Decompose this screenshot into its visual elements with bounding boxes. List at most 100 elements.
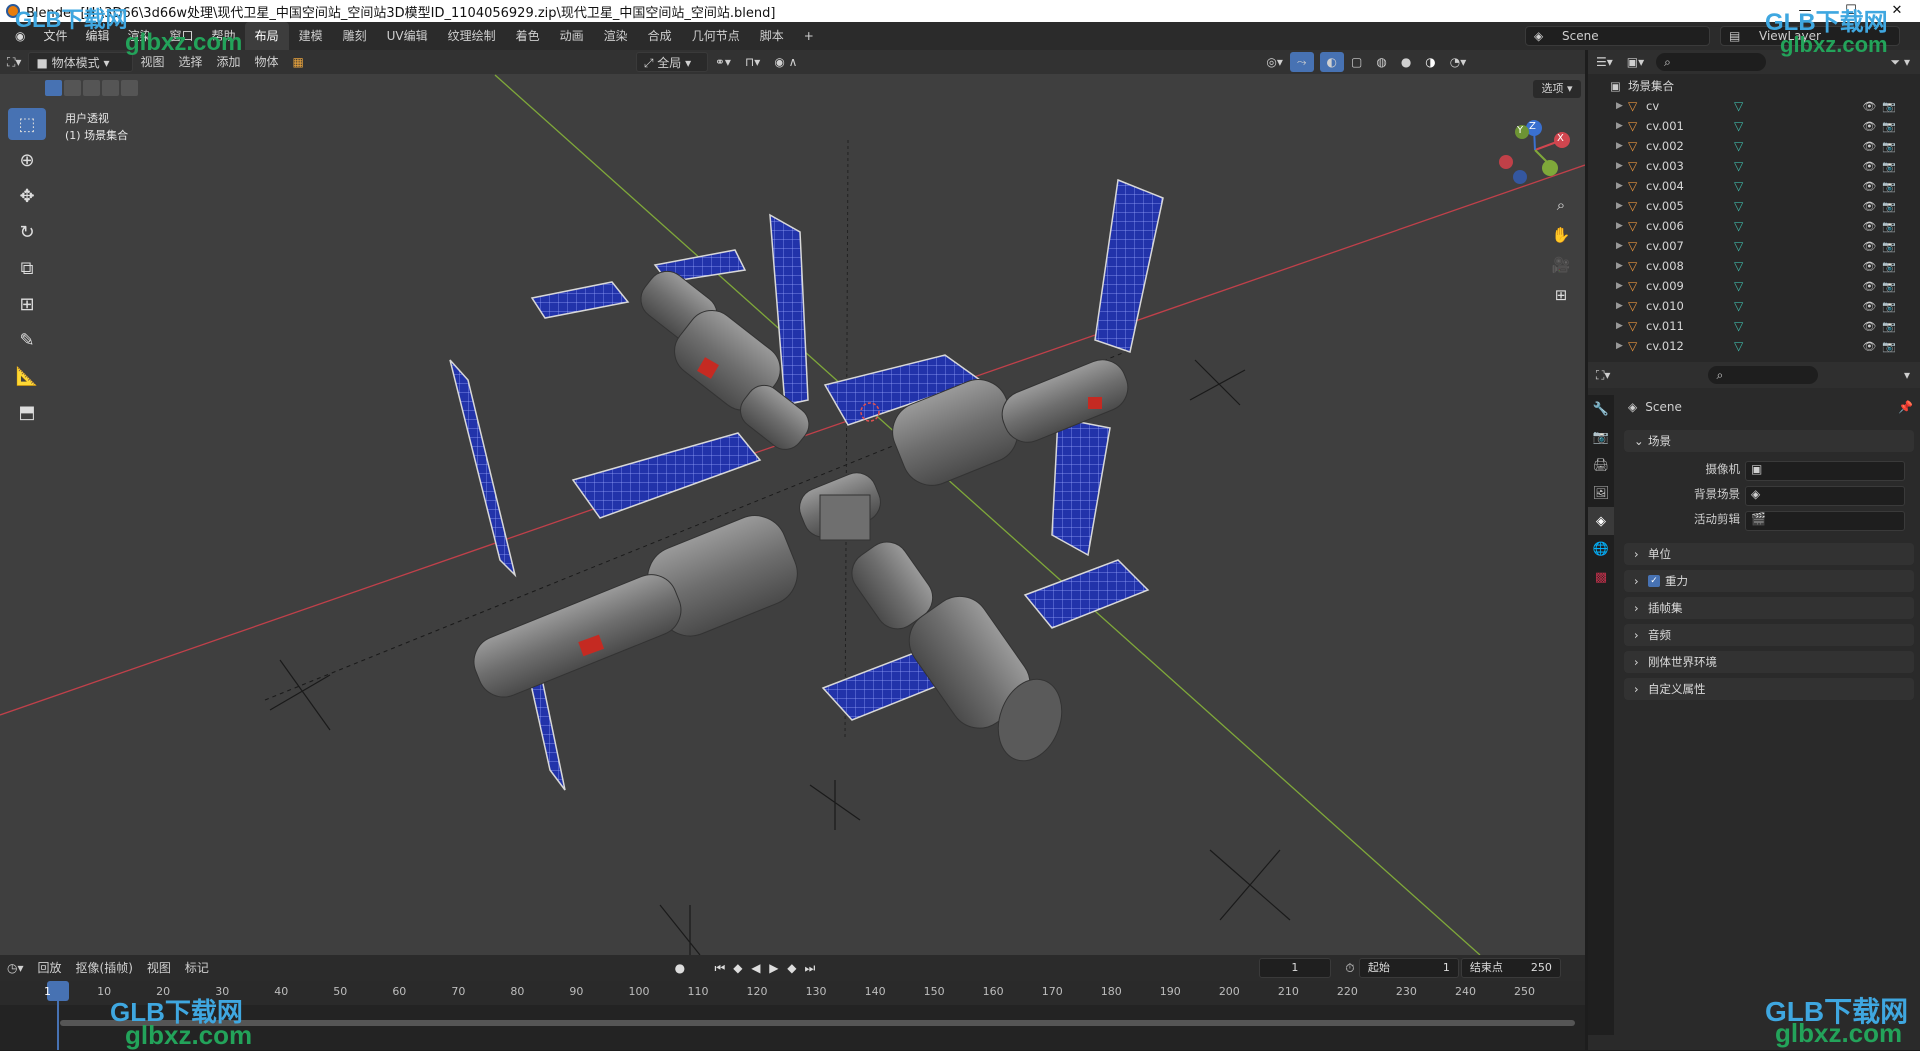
tab-uv-editing[interactable]: UV编辑 (377, 22, 438, 50)
start-frame-field[interactable]: 起始 1 (1358, 958, 1459, 978)
outliner-row[interactable]: ▶ ▽ cv.006 ▽ 👁📷 (1606, 216, 1916, 236)
outliner-row[interactable]: ▶ ▽ cv.003 ▽ 👁📷 (1606, 156, 1916, 176)
next-keyframe-icon[interactable]: ◆ (783, 961, 801, 975)
select-subtract-icon[interactable] (83, 80, 100, 96)
measure-tool-icon[interactable]: 📐 (8, 360, 46, 392)
outliner-row[interactable]: ▶ ▽ cv.010 ▽ 👁📷 (1606, 296, 1916, 316)
pivot-icon[interactable]: ⚭▾ (708, 52, 738, 72)
menu-object[interactable]: 物体 (247, 52, 285, 72)
expand-arrow-icon[interactable]: ▶ (1616, 241, 1628, 251)
tab-scripting[interactable]: 脚本 (750, 22, 794, 50)
visibility-eye-icon[interactable]: 👁📷 (1862, 320, 1902, 333)
tab-texture-paint[interactable]: 纹理绘制 (438, 22, 506, 50)
outliner-row[interactable]: ▶ ▽ cv.007 ▽ 👁📷 (1606, 236, 1916, 256)
options-button[interactable]: 选项 ▾ (1533, 80, 1581, 98)
overlay-toggle-icon[interactable]: ◐ (1319, 52, 1344, 72)
outliner-root-row[interactable]: ▣ 场景集合 (1606, 76, 1916, 96)
pin-icon[interactable]: 📌 (1898, 400, 1913, 414)
timeline-scrollbar[interactable] (60, 1020, 1575, 1026)
expand-arrow-icon[interactable]: ▶ (1616, 201, 1628, 211)
gizmo-x-label[interactable]: X (1557, 133, 1564, 144)
jump-end-icon[interactable]: ⏭ (801, 961, 819, 976)
expand-arrow-icon[interactable]: ▶ (1616, 281, 1628, 291)
transform-tool-icon[interactable]: ⊞ (8, 288, 46, 320)
expand-arrow-icon[interactable]: ▶ (1616, 181, 1628, 191)
gizmo-y-label[interactable]: Y (1517, 125, 1523, 136)
visibility-icon[interactable]: ◎▾ (1259, 52, 1290, 72)
select-invert-icon[interactable] (102, 80, 119, 96)
outliner-row[interactable]: ▶ ▽ cv.004 ▽ 👁📷 (1606, 176, 1916, 196)
prev-keyframe-icon[interactable]: ◆ (729, 961, 747, 975)
section-rigid-body-world[interactable]: › 刚体世界环境 (1624, 651, 1914, 673)
visibility-eye-icon[interactable]: 👁📷 (1862, 220, 1902, 233)
outliner-editor-icon[interactable]: ☰▾ (1588, 55, 1621, 69)
camera-view-icon[interactable]: 🎥 (1548, 252, 1574, 278)
add-workspace-button[interactable]: + (794, 22, 824, 50)
visibility-eye-icon[interactable]: 👁📷 (1862, 340, 1902, 353)
expand-arrow-icon[interactable]: ▶ (1616, 341, 1628, 351)
menu-marker[interactable]: 标记 (178, 958, 216, 978)
visibility-eye-icon[interactable]: 👁📷 (1862, 160, 1902, 173)
outliner-row[interactable]: ▶ ▽ cv.005 ▽ 👁📷 (1606, 196, 1916, 216)
select-extend-icon[interactable] (64, 80, 81, 96)
current-frame-field[interactable]: 1 (1258, 958, 1331, 978)
scene-tab-icon[interactable]: ◈ (1588, 507, 1614, 535)
snap-icon[interactable]: ⊓▾ (738, 52, 767, 72)
visibility-eye-icon[interactable]: 👁📷 (1862, 140, 1902, 153)
expand-arrow-icon[interactable]: ▶ (1616, 161, 1628, 171)
view-layer-tab-icon[interactable]: 🖼 (1588, 479, 1614, 507)
scale-tool-icon[interactable]: ⧉ (8, 252, 46, 284)
visibility-eye-icon[interactable]: 👁📷 (1862, 300, 1902, 313)
outliner-row[interactable]: ▶ ▽ cv.009 ▽ 👁📷 (1606, 276, 1916, 296)
proportional-edit-icon[interactable]: ◉ ∧ (767, 52, 804, 72)
visibility-eye-icon[interactable]: 👁📷 (1862, 200, 1902, 213)
gizmo-toggle-icon[interactable]: ⤳ (1289, 52, 1314, 72)
output-tab-icon[interactable]: 🖨 (1588, 451, 1614, 479)
expand-arrow-icon[interactable]: ▶ (1616, 141, 1628, 151)
expand-arrow-icon[interactable]: ▶ (1616, 121, 1628, 131)
menu-playback[interactable]: 回放 (31, 958, 69, 978)
section-audio[interactable]: › 音频 (1624, 624, 1914, 646)
expand-arrow-icon[interactable]: ▶ (1616, 101, 1628, 111)
fbx-import-icon[interactable]: ▦ (286, 52, 311, 72)
texture-tab-icon[interactable]: ▩ (1588, 563, 1614, 591)
expand-arrow-icon[interactable]: ▶ (1616, 261, 1628, 271)
properties-editor-icon[interactable]: ⛶▾ (1588, 368, 1618, 383)
tab-modeling[interactable]: 建模 (289, 22, 333, 50)
tab-sculpting[interactable]: 雕刻 (333, 22, 377, 50)
scene-selector[interactable]: ◈ Scene (1525, 26, 1710, 46)
properties-search-input[interactable]: ⌕ (1708, 366, 1819, 384)
gizmo-z-label[interactable]: Z (1529, 121, 1536, 132)
outliner-row[interactable]: ▶ ▽ cv.001 ▽ 👁📷 (1606, 116, 1916, 136)
tool-tab-icon[interactable]: 🔧 (1588, 395, 1614, 423)
section-units[interactable]: › 单位 (1624, 543, 1914, 565)
visibility-eye-icon[interactable]: 👁📷 (1862, 280, 1902, 293)
outliner-search-input[interactable]: ⌕ (1656, 53, 1767, 71)
properties-options-icon[interactable]: ▾ (1904, 368, 1920, 382)
xray-icon[interactable]: ▢ (1344, 52, 1369, 72)
mode-dropdown[interactable]: ■ 物体模式 ▾ (28, 52, 134, 72)
timeline-editor-icon[interactable]: ◷▾ (0, 958, 31, 978)
timer-icon[interactable]: ⏱ (1341, 961, 1359, 976)
visibility-eye-icon[interactable]: 👁📷 (1862, 180, 1902, 193)
tab-animation[interactable]: 动画 (550, 22, 594, 50)
section-gravity[interactable]: › ✓ 重力 (1624, 570, 1914, 592)
solid-shading-icon[interactable]: ● (1394, 52, 1418, 72)
tab-compositing[interactable]: 合成 (638, 22, 682, 50)
section-scene[interactable]: ⌄ 场景 (1624, 430, 1914, 452)
rotate-tool-icon[interactable]: ↻ (8, 216, 46, 248)
outliner-row[interactable]: ▶ ▽ cv.008 ▽ 👁📷 (1606, 256, 1916, 276)
end-frame-field[interactable]: 结束点 250 (1460, 958, 1561, 978)
outliner-row[interactable]: ▶ ▽ cv.011 ▽ 👁📷 (1606, 316, 1916, 336)
menu-keying[interactable]: 抠像(插帧) (69, 958, 140, 978)
cursor-tool-icon[interactable]: ⊕ (8, 144, 46, 176)
tab-layout[interactable]: 布局 (244, 22, 289, 50)
visibility-eye-icon[interactable]: 👁📷 (1862, 100, 1902, 113)
add-cube-tool-icon[interactable]: ⬒ (8, 396, 46, 428)
outliner-display-mode-icon[interactable]: ▣▾ (1621, 55, 1650, 69)
material-shading-icon[interactable]: ◑ (1418, 52, 1442, 72)
gravity-checkbox[interactable]: ✓ (1648, 575, 1660, 587)
play-reverse-icon[interactable]: ◀ (747, 961, 765, 975)
tab-geometry-nodes[interactable]: 几何节点 (682, 22, 750, 50)
tab-shading[interactable]: 着色 (506, 22, 550, 50)
